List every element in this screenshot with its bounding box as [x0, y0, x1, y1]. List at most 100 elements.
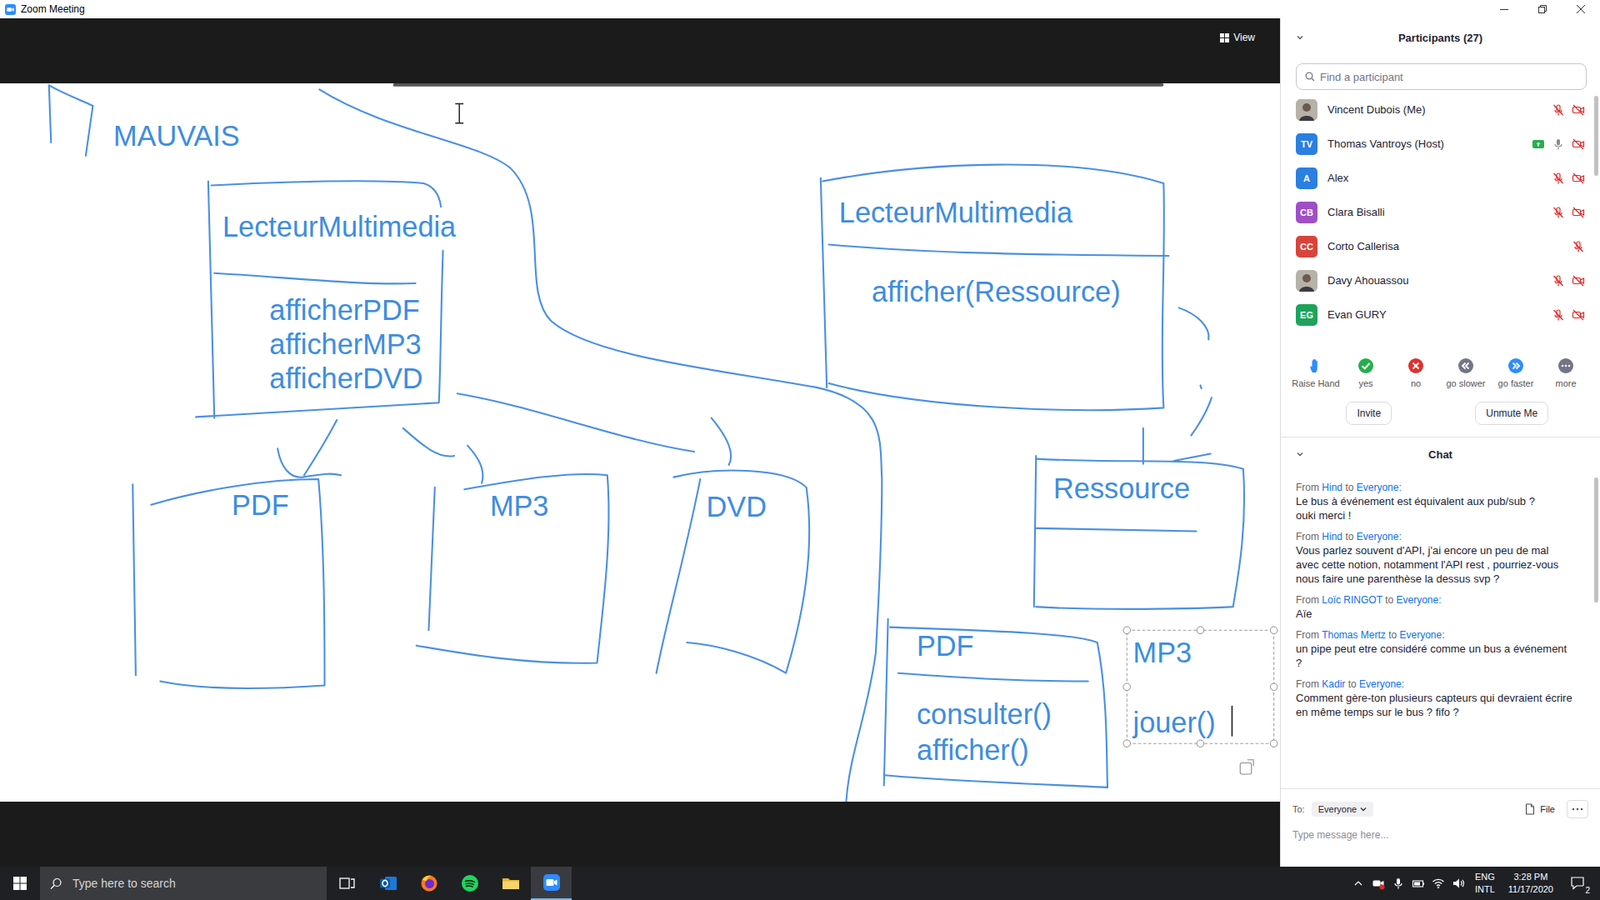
text-caret	[1231, 705, 1233, 737]
chat-input[interactable]: Type message here...	[1292, 829, 1589, 841]
resize-handle[interactable]	[1270, 683, 1278, 691]
firefox-icon	[419, 873, 440, 894]
start-button[interactable]	[0, 866, 40, 900]
recipient-dropdown[interactable]: Everyone	[1311, 801, 1374, 817]
taskbar-app[interactable]	[449, 866, 490, 900]
video-off-icon[interactable]	[1571, 274, 1585, 288]
taskbar-app[interactable]	[367, 866, 409, 900]
class-box[interactable]: Ressource	[1053, 472, 1190, 505]
taskbar-app[interactable]	[490, 866, 531, 900]
mic-muted-icon[interactable]	[1571, 240, 1585, 254]
video-off-icon[interactable]	[1571, 103, 1585, 117]
search-icon	[50, 877, 63, 890]
collapse-chevron-icon[interactable]	[1295, 450, 1305, 459]
participant-row[interactable]: CC Corto Callerisa	[1280, 229, 1592, 264]
ink-stroke	[208, 181, 215, 419]
explorer-icon	[500, 873, 521, 894]
resize-handle[interactable]	[1196, 740, 1205, 748]
taskbar-app[interactable]	[326, 866, 368, 900]
class-box[interactable]: MP3	[490, 490, 550, 522]
wifi-icon[interactable]	[1431, 876, 1445, 890]
mic-muted-icon[interactable]	[1551, 103, 1565, 117]
reaction-button[interactable]: go slower	[1440, 356, 1491, 389]
zoom-window: Zoom Meeting View MAUVAISLecteurMultimed…	[0, 0, 1600, 900]
shared-whiteboard[interactable]: MAUVAIS LecteurMultimediaafficherPDFaffic…	[0, 83, 1280, 802]
mic-muted-icon[interactable]	[1551, 205, 1565, 220]
zoom-logo-icon	[5, 4, 16, 15]
speaker-icon[interactable]	[1451, 876, 1465, 890]
participant-row[interactable]: A Alex	[1280, 160, 1592, 195]
video-off-icon[interactable]	[1571, 308, 1585, 322]
ink-stroke	[319, 89, 882, 802]
panel-action-button[interactable]: Invite	[1345, 401, 1392, 425]
panel-action-button[interactable]: Unmute Me	[1475, 401, 1549, 425]
participant-search[interactable]: Find a participant	[1295, 63, 1587, 90]
resize-handle[interactable]	[1123, 740, 1131, 748]
participant-list: Vincent Dubois (Me) TV Thomas Vantroys (…	[1280, 92, 1592, 332]
chat-more-button[interactable]	[1566, 800, 1589, 819]
class-box[interactable]: LecteurMultimediaafficherPDFafficherMP3a…	[222, 210, 457, 395]
class-box[interactable]: MP3jouer()	[1123, 626, 1278, 775]
dropdown-chevron-icon	[1360, 805, 1367, 813]
class-box[interactable]: DVD	[706, 490, 767, 523]
mic-icon[interactable]	[1551, 137, 1565, 151]
zoom-icon	[541, 872, 562, 893]
taskbar-app[interactable]	[530, 866, 572, 900]
resize-handle[interactable]	[1270, 626, 1278, 635]
zoom-tray-icon[interactable]	[1371, 876, 1385, 890]
ink-stroke	[1200, 385, 1201, 389]
input-language[interactable]: ENG INTL	[1471, 870, 1499, 896]
microphone-icon[interactable]	[1391, 876, 1405, 890]
reaction-button[interactable]: yes	[1340, 356, 1391, 389]
windows-logo-icon	[13, 876, 27, 890]
ink-stroke	[829, 244, 1170, 255]
avatar: A	[1295, 167, 1318, 190]
mic-muted-icon[interactable]	[1551, 274, 1565, 288]
avatar: CB	[1295, 201, 1318, 224]
file-button[interactable]: File	[1520, 800, 1560, 818]
notification-center[interactable]: 2	[1563, 866, 1594, 900]
class-box[interactable]: PDFconsulter()afficher()	[916, 630, 1052, 766]
clock[interactable]: 3:28 PM 11/17/2020	[1505, 870, 1557, 896]
collapse-chevron-icon[interactable]	[1295, 33, 1305, 42]
file-icon	[1525, 803, 1535, 815]
reaction-button[interactable]: Raise Hand	[1290, 356, 1341, 389]
video-off-icon[interactable]	[1571, 171, 1585, 185]
close-button[interactable]	[1561, 0, 1600, 19]
chevron-up-icon[interactable]	[1351, 876, 1365, 890]
resize-handle[interactable]	[1123, 626, 1131, 635]
taskbar-search[interactable]: Type here to search	[40, 866, 327, 900]
minimize-button[interactable]	[1485, 0, 1524, 19]
participant-row[interactable]: Vincent Dubois (Me)	[1280, 92, 1592, 127]
mic-muted-icon[interactable]	[1551, 308, 1565, 322]
battery-icon[interactable]	[1411, 876, 1425, 890]
whiteboard-heading: MAUVAIS	[113, 120, 240, 152]
participant-name: Clara Bisalli	[1327, 205, 1542, 219]
reaction-button[interactable]: go faster	[1490, 356, 1541, 389]
view-button[interactable]: View	[1215, 28, 1260, 47]
resize-handle[interactable]	[1123, 683, 1131, 691]
avatar: EG	[1295, 304, 1318, 326]
resize-handle[interactable]	[1196, 626, 1205, 635]
resize-handle[interactable]	[1270, 740, 1278, 748]
ink-stroke	[1035, 459, 1245, 610]
class-box[interactable]: PDF	[231, 489, 290, 521]
taskbar-app[interactable]	[408, 866, 450, 900]
restore-button[interactable]	[1523, 0, 1562, 19]
whiteboard-canvas[interactable]: MAUVAIS LecteurMultimediaafficherPDFaffic…	[0, 83, 1280, 802]
reaction-bar: Raise Hand yes no go slower go faster mo…	[1280, 331, 1600, 389]
mic-muted-icon[interactable]	[1551, 171, 1565, 185]
video-off-icon[interactable]	[1571, 137, 1585, 151]
reaction-button[interactable]: more	[1540, 356, 1591, 389]
participant-row[interactable]: CB Clara Bisalli	[1280, 195, 1592, 230]
video-off-icon[interactable]	[1571, 205, 1585, 220]
reaction-button[interactable]: no	[1390, 356, 1441, 389]
duplicate-icon[interactable]	[1240, 760, 1254, 775]
selection-box[interactable]	[1123, 626, 1278, 775]
task-view-icon	[337, 873, 358, 894]
side-panel: Participants (27) Find a participant Vin…	[1280, 18, 1600, 867]
class-box[interactable]: LecteurMultimediaafficher(Ressource)	[839, 196, 1121, 308]
participant-row[interactable]: TV Thomas Vantroys (Host)	[1280, 126, 1592, 161]
participant-row[interactable]: Davy Ahouassou	[1280, 263, 1592, 298]
participant-row[interactable]: EG Evan GURY	[1280, 297, 1592, 332]
